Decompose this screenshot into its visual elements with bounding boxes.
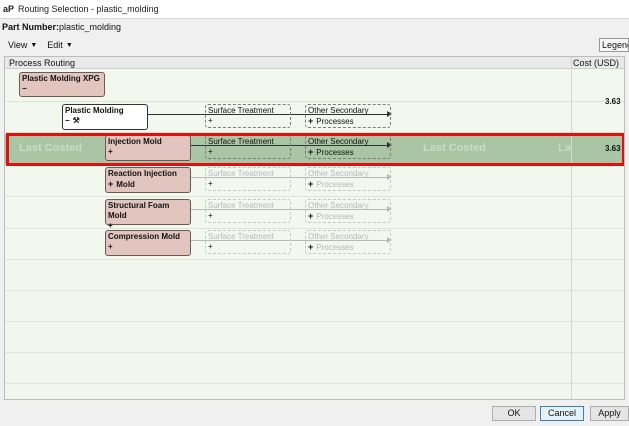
node-compression-mold[interactable]: Compression Mold + xyxy=(105,230,191,256)
node-label: Reaction Injection xyxy=(108,169,177,178)
table-row xyxy=(5,322,624,353)
node-label: Compression Mold xyxy=(108,232,181,241)
title-bar: aP Routing Selection - plastic_molding xyxy=(0,0,629,18)
node-plastic-molding-xpg[interactable]: Plastic Molding XPG − xyxy=(19,72,105,97)
add-step-icon[interactable]: + xyxy=(308,242,313,252)
surface-treatment-step[interactable]: Surface Treatment + xyxy=(205,230,291,254)
step-label: Surface Treatment xyxy=(208,106,274,115)
add-step-icon[interactable]: + xyxy=(308,211,313,221)
app-logo: aP xyxy=(3,4,15,14)
routing-grid: Process Routing Cost (USD) Last Costed L… xyxy=(4,56,625,400)
surface-treatment-step[interactable]: Surface Treatment + xyxy=(205,104,291,128)
step-sublabel: Processes xyxy=(316,243,354,252)
part-number-label: Part Number: xyxy=(2,21,60,32)
edit-menu[interactable]: Edit ▼ xyxy=(45,40,74,50)
add-step-icon[interactable]: + xyxy=(208,179,288,189)
node-reaction-injection-mold[interactable]: Reaction Injection + Mold xyxy=(105,167,191,193)
node-label: Plastic Molding xyxy=(65,106,124,115)
step-label: Surface Treatment xyxy=(208,201,274,210)
part-number-bar: Part Number: plastic_molding xyxy=(0,18,629,34)
node-plastic-molding[interactable]: Plastic Molding − ⚒ xyxy=(62,104,148,130)
add-step-icon[interactable]: + xyxy=(208,211,288,221)
node-label: Structural Foam Mold xyxy=(108,201,170,220)
node-label-line2: Mold xyxy=(116,180,135,189)
view-menu-label: View xyxy=(8,40,28,50)
hammer-icon: ⚒ xyxy=(72,116,80,125)
other-secondary-step[interactable]: Other Secondary + Processes xyxy=(305,167,391,191)
add-step-icon[interactable]: + xyxy=(308,179,313,189)
surface-treatment-step[interactable]: Surface Treatment + xyxy=(205,167,291,191)
step-label: Other Secondary xyxy=(308,232,369,241)
node-label: Plastic Molding XPG xyxy=(22,74,100,83)
cost-header: Cost (USD) xyxy=(573,58,620,68)
expand-toggle[interactable]: + xyxy=(108,179,113,189)
step-sublabel: Processes xyxy=(316,180,354,189)
other-secondary-step[interactable]: Other Secondary + Processes xyxy=(305,199,391,223)
step-label: Surface Treatment xyxy=(208,169,274,178)
apply-button[interactable]: Apply xyxy=(590,406,629,421)
column-divider xyxy=(571,57,572,399)
edit-menu-label: Edit xyxy=(47,40,63,50)
cancel-button[interactable]: Cancel xyxy=(540,406,584,421)
step-sublabel: Processes xyxy=(316,117,354,126)
step-label: Surface Treatment xyxy=(208,232,274,241)
step-label: Other Secondary xyxy=(308,169,369,178)
expand-toggle[interactable]: + xyxy=(108,242,188,252)
dialog-footer: OK Cancel Apply xyxy=(0,402,629,426)
other-secondary-step[interactable]: Other Secondary + Processes xyxy=(305,104,391,128)
ok-button[interactable]: OK xyxy=(492,406,536,421)
process-routing-header: Process Routing xyxy=(9,58,76,68)
node-structural-foam-mold[interactable]: Structural Foam Mold + xyxy=(105,199,191,230)
other-secondary-step[interactable]: Other Secondary + Processes xyxy=(305,230,391,254)
selection-highlight-box xyxy=(6,133,624,166)
add-step-icon[interactable]: + xyxy=(308,116,313,126)
part-number-value: plastic_molding xyxy=(59,21,122,32)
table-row xyxy=(5,353,624,384)
table-row xyxy=(5,291,624,322)
step-sublabel: Processes xyxy=(316,212,354,221)
add-step-icon[interactable]: + xyxy=(208,116,288,126)
chevron-down-icon: ▼ xyxy=(65,41,73,49)
collapse-toggle[interactable]: − xyxy=(22,84,102,94)
step-label: Other Secondary xyxy=(308,201,369,210)
surface-treatment-step[interactable]: Surface Treatment + xyxy=(205,199,291,223)
collapse-toggle[interactable]: − xyxy=(65,116,70,126)
view-menu[interactable]: View ▼ xyxy=(6,40,39,50)
chevron-down-icon: ▼ xyxy=(30,41,38,49)
legend-button[interactable]: Legend xyxy=(599,38,629,52)
window-title: Routing Selection - plastic_molding xyxy=(18,4,159,14)
add-step-icon[interactable]: + xyxy=(208,242,288,252)
cost-value: 3.63 xyxy=(605,97,621,106)
grid-header: Process Routing Cost (USD) xyxy=(5,57,624,69)
step-label: Other Secondary xyxy=(308,106,369,115)
toolbar: View ▼ Edit ▼ Legend xyxy=(0,36,629,54)
table-row xyxy=(5,260,624,291)
table-row xyxy=(5,384,624,399)
